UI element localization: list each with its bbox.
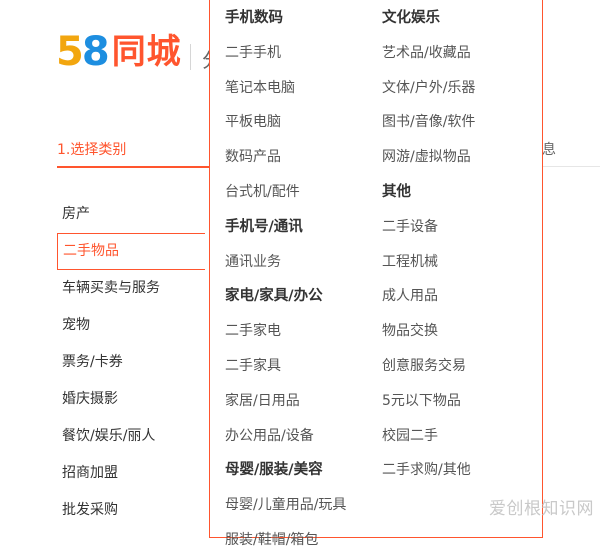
sidebar-item-vehicles[interactable]: 车辆买卖与服务: [57, 270, 205, 307]
subcategory-item[interactable]: 办公用品/设备: [225, 419, 346, 454]
subcategory-item[interactable]: 文体/户外/乐器: [382, 71, 475, 106]
logo-divider: [190, 44, 191, 70]
sidebar-item-secondhand[interactable]: 二手物品: [57, 233, 205, 270]
group-heading: 其他: [382, 183, 411, 200]
subcategory-column-left: 手机数码 二手手机 笔记本电脑 平板电脑 数码产品 台式机/配件 手机号/通讯 …: [225, 1, 346, 558]
watermark-text: 爱创根知识网: [489, 499, 594, 519]
logo-digit-8: 8: [81, 29, 110, 75]
category-sidebar: 房产 二手物品 车辆买卖与服务 宠物 票务/卡券 婚庆摄影 餐饮/娱乐/丽人 招…: [57, 196, 205, 529]
group-heading: 文化娱乐: [382, 10, 440, 26]
subcategory-column-right: 文化娱乐 艺术品/收藏品 文体/户外/乐器 图书/音像/软件 网游/虚拟物品 其…: [382, 1, 475, 488]
sidebar-item-dining[interactable]: 餐饮/娱乐/丽人: [57, 418, 205, 455]
sidebar-item-wedding[interactable]: 婚庆摄影: [57, 381, 205, 418]
subcategory-item[interactable]: 数码产品: [225, 140, 346, 175]
group-heading: 手机数码: [225, 10, 283, 26]
subcategory-item[interactable]: 二手设备: [382, 210, 475, 245]
subcategory-panel: 手机数码 二手手机 笔记本电脑 平板电脑 数码产品 台式机/配件 手机号/通讯 …: [209, 0, 543, 548]
subcategory-item[interactable]: 平板电脑: [225, 105, 346, 140]
subcategory-item[interactable]: 通讯业务: [225, 245, 346, 280]
subcategory-item[interactable]: 创意服务交易: [382, 349, 475, 384]
group-heading: 家电/家具/办公: [225, 288, 323, 305]
sidebar-item-franchise[interactable]: 招商加盟: [57, 455, 205, 492]
subcategory-item[interactable]: 工程机械: [382, 245, 475, 280]
group-heading: 手机号/通讯: [225, 218, 303, 235]
subcategory-item[interactable]: 校园二手: [382, 419, 475, 454]
logo-text: 同城: [111, 32, 182, 72]
site-logo[interactable]: 5 8 同城: [56, 32, 182, 72]
subcategory-item[interactable]: 笔记本电脑: [225, 71, 346, 106]
step-1-label: 1.选择类别: [57, 142, 127, 158]
sidebar-item-house[interactable]: 房产: [57, 196, 205, 233]
sidebar-item-pets[interactable]: 宠物: [57, 307, 205, 344]
subcategory-item[interactable]: 服装/鞋帽/箱包: [225, 523, 346, 558]
subcategory-item[interactable]: 艺术品/收藏品: [382, 36, 475, 71]
subcategory-item[interactable]: 二手求购/其他: [382, 453, 475, 488]
logo-digit-5: 5: [56, 29, 84, 75]
subcategory-item[interactable]: 成人用品: [382, 279, 475, 314]
group-heading: 母婴/服装/美容: [225, 462, 323, 479]
sidebar-item-tickets[interactable]: 票务/卡券: [57, 344, 205, 381]
subcategory-item[interactable]: 二手家电: [225, 314, 346, 349]
step-1-underline: [57, 166, 210, 168]
step-3-underline: [542, 166, 600, 167]
subcategory-item[interactable]: 家居/日用品: [225, 384, 346, 419]
subcategory-item[interactable]: 二手手机: [225, 36, 346, 71]
subcategory-item[interactable]: 物品交换: [382, 314, 475, 349]
subcategory-item[interactable]: 5元以下物品: [382, 384, 475, 419]
step-3-label-fragment: 息: [542, 142, 556, 158]
subcategory-item[interactable]: 二手家具: [225, 349, 346, 384]
subcategory-item[interactable]: 台式机/配件: [225, 175, 346, 210]
subcategory-item[interactable]: 网游/虚拟物品: [382, 140, 475, 175]
sidebar-item-wholesale[interactable]: 批发采购: [57, 492, 205, 529]
subcategory-item[interactable]: 母婴/儿童用品/玩具: [225, 488, 346, 523]
subcategory-item[interactable]: 图书/音像/软件: [382, 105, 475, 140]
